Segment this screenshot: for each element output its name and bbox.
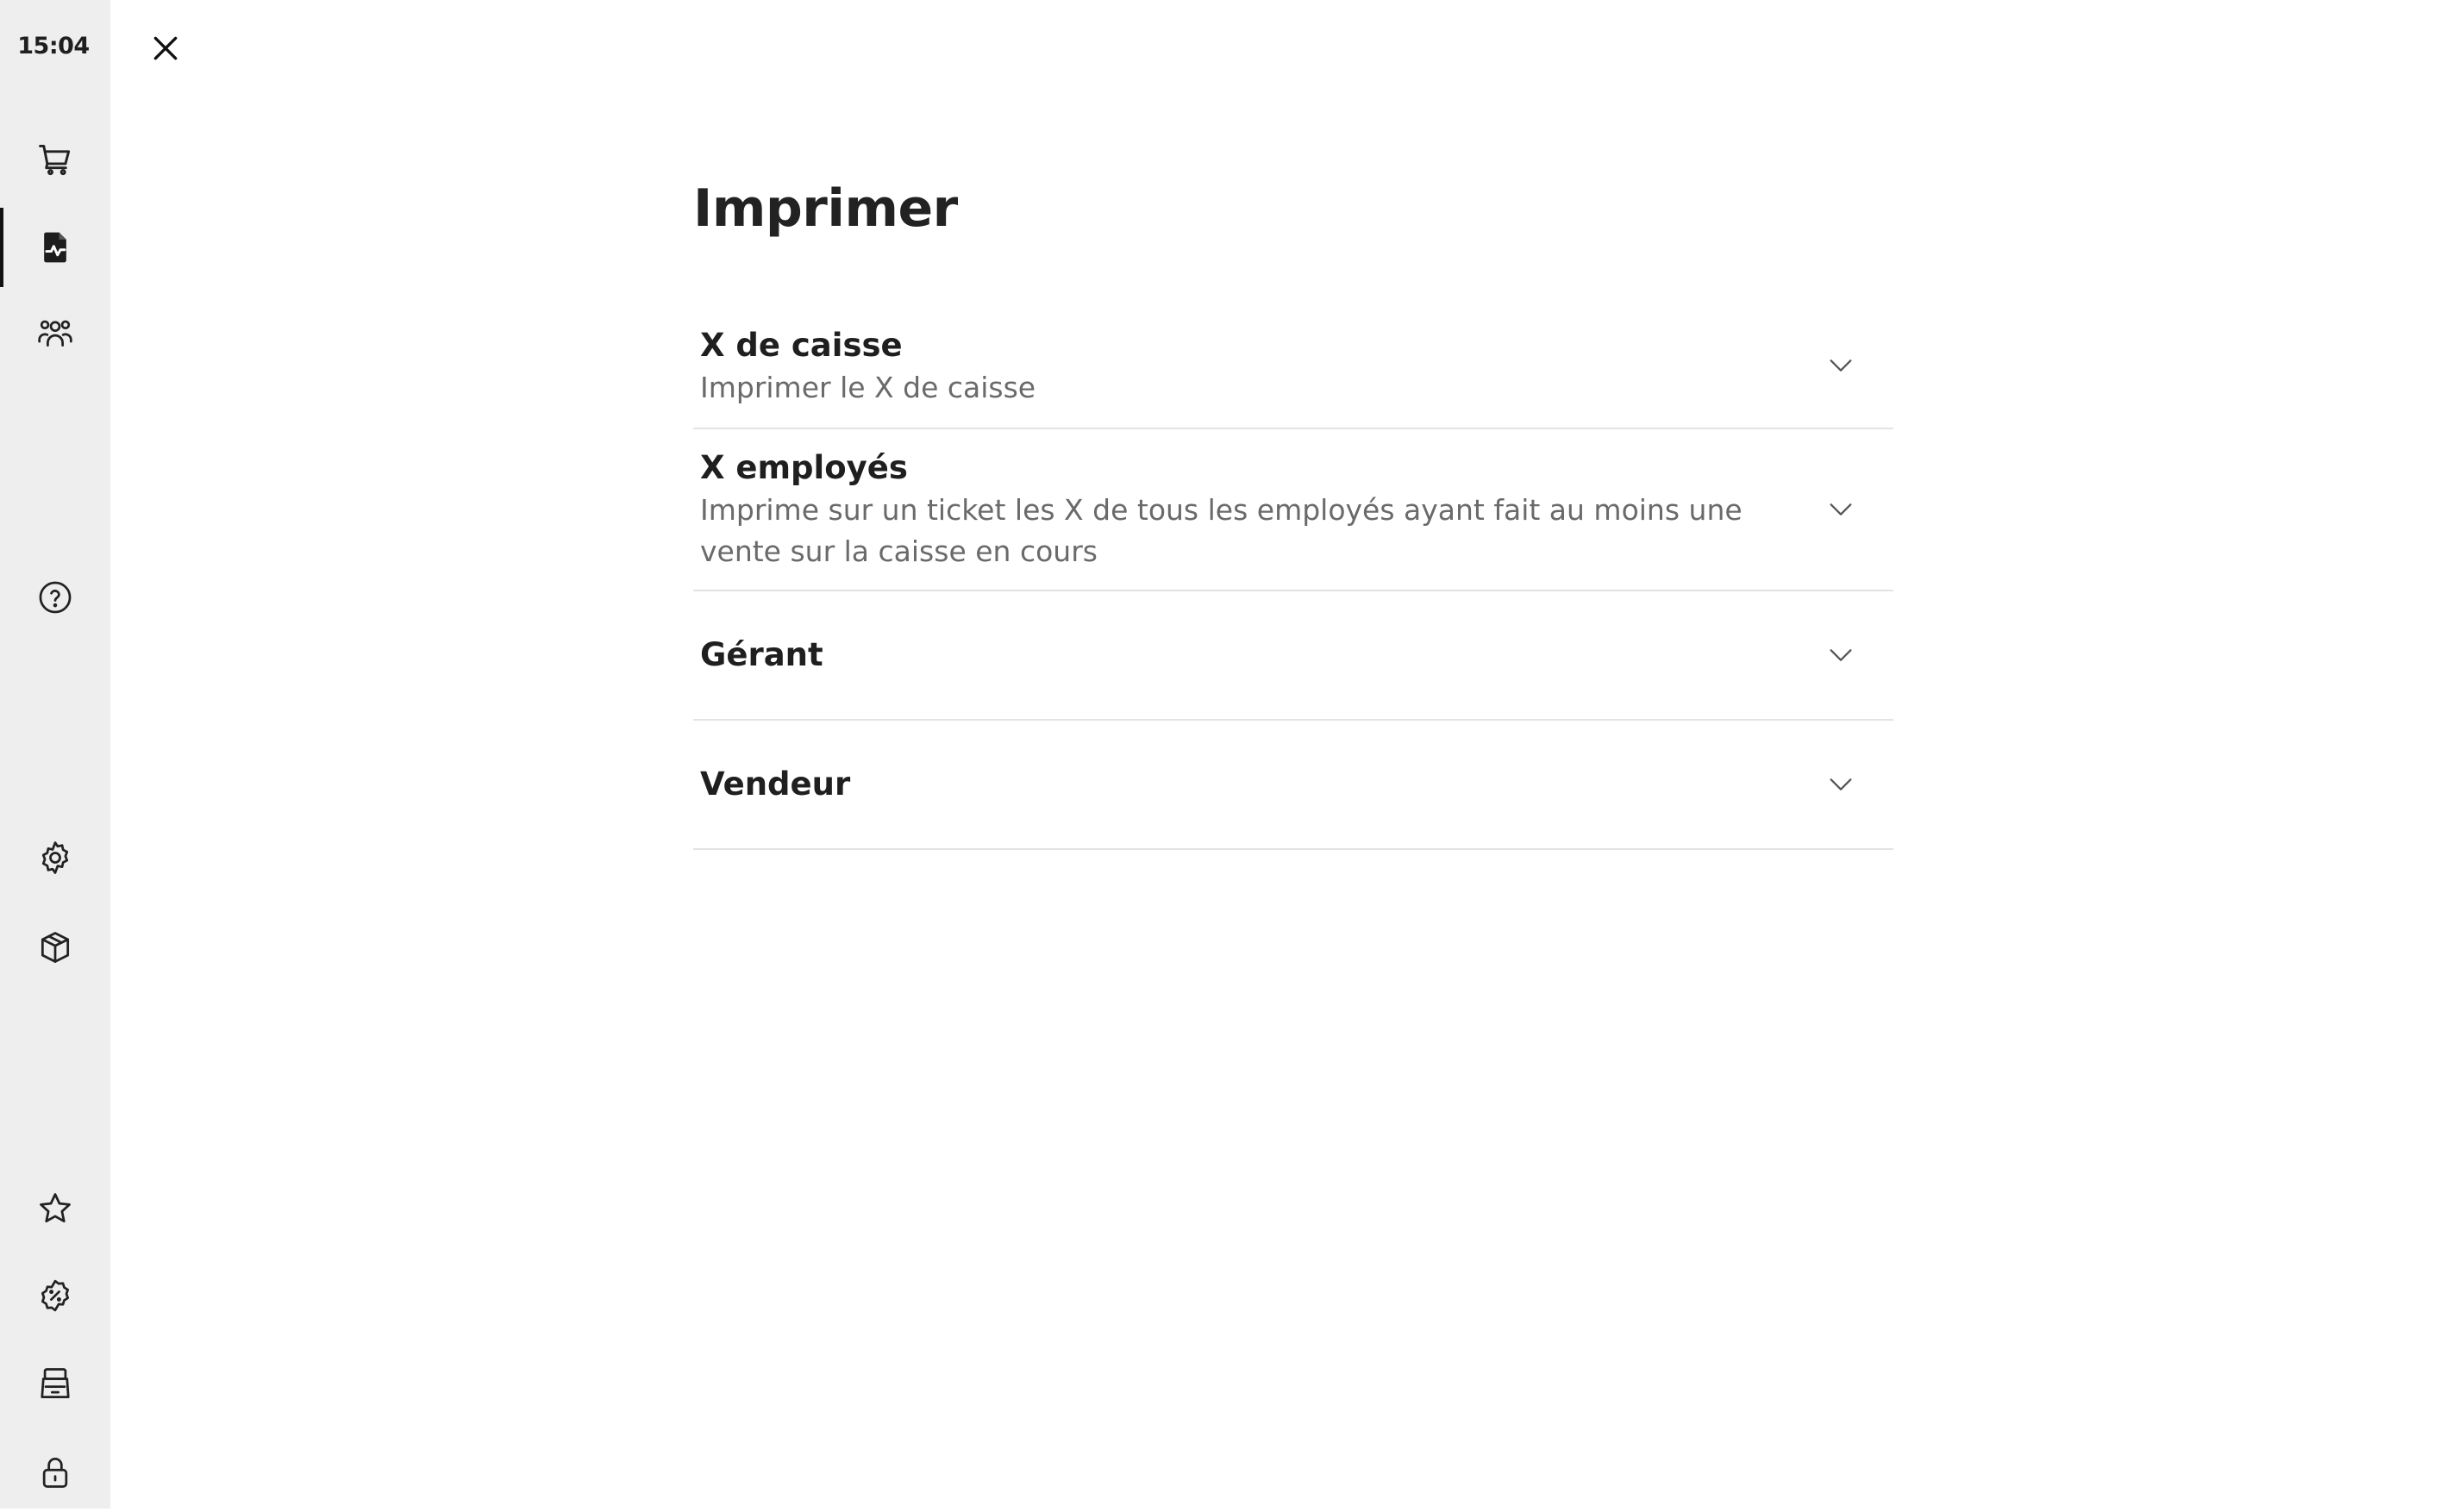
- accordion-item-text: X employés Imprime sur un ticket les X d…: [700, 447, 1850, 572]
- sidebar: 15:04: [0, 0, 110, 1509]
- accordion-item-x-de-caisse[interactable]: X de caisse Imprimer le X de caisse: [693, 303, 1893, 429]
- sidebar-item-cart[interactable]: [0, 120, 110, 199]
- cart-icon: [39, 144, 71, 176]
- sidebar-item-favorites[interactable]: [0, 1169, 110, 1248]
- chevron-down-icon[interactable]: [1826, 770, 1855, 799]
- accordion-item-title: Vendeur: [700, 765, 851, 803]
- accordion-item-title: Gérant: [700, 636, 823, 673]
- star-icon: [40, 1193, 71, 1223]
- accordion-item-gerant[interactable]: Gérant: [693, 591, 1893, 721]
- chevron-down-icon[interactable]: [1826, 640, 1855, 670]
- lock-icon: [42, 1458, 68, 1488]
- sidebar-item-products[interactable]: [0, 908, 110, 987]
- accordion-item-title: X de caisse: [700, 327, 903, 364]
- sidebar-item-reports[interactable]: [0, 208, 110, 287]
- chevron-down-icon[interactable]: [1826, 495, 1855, 524]
- help-circle-icon: [39, 581, 72, 614]
- document-chart-icon: [44, 232, 66, 263]
- discount-badge-icon: [41, 1279, 70, 1312]
- close-icon: [153, 36, 178, 60]
- accordion-item-description: Imprime sur un ticket les X de tous les …: [700, 493, 1743, 568]
- print-options-accordion: X de caisse Imprimer le X de caisse X em…: [693, 303, 1893, 850]
- accordion-item-x-employes[interactable]: X employés Imprime sur un ticket les X d…: [693, 429, 1893, 591]
- accordion-item-vendeur[interactable]: Vendeur: [693, 721, 1893, 850]
- sidebar-item-help[interactable]: [0, 558, 110, 637]
- sidebar-item-discounts[interactable]: [0, 1256, 110, 1335]
- accordion-item-title: X employés: [700, 449, 908, 486]
- page-title: Imprimer: [693, 178, 958, 239]
- box-icon: [41, 932, 70, 963]
- clock-time: 15:04: [17, 33, 90, 59]
- print-panel: Imprimer X de caisse Imprimer le X de ca…: [693, 164, 1893, 850]
- users-icon: [38, 320, 72, 347]
- chevron-down-icon[interactable]: [1826, 351, 1855, 380]
- accordion-item-text: Gérant: [700, 634, 1850, 677]
- sidebar-item-customers[interactable]: [0, 293, 110, 372]
- gear-icon: [41, 841, 69, 874]
- close-button[interactable]: [143, 26, 188, 71]
- sidebar-item-settings[interactable]: [0, 818, 110, 897]
- accordion-item-text: X de caisse Imprimer le X de caisse: [700, 324, 1850, 409]
- accordion-item-text: Vendeur: [700, 763, 1850, 806]
- sidebar-item-register[interactable]: [0, 1344, 110, 1423]
- sidebar-item-lock[interactable]: [0, 1433, 110, 1512]
- cash-register-icon: [41, 1368, 70, 1398]
- accordion-item-description: Imprimer le X de caisse: [700, 371, 1036, 404]
